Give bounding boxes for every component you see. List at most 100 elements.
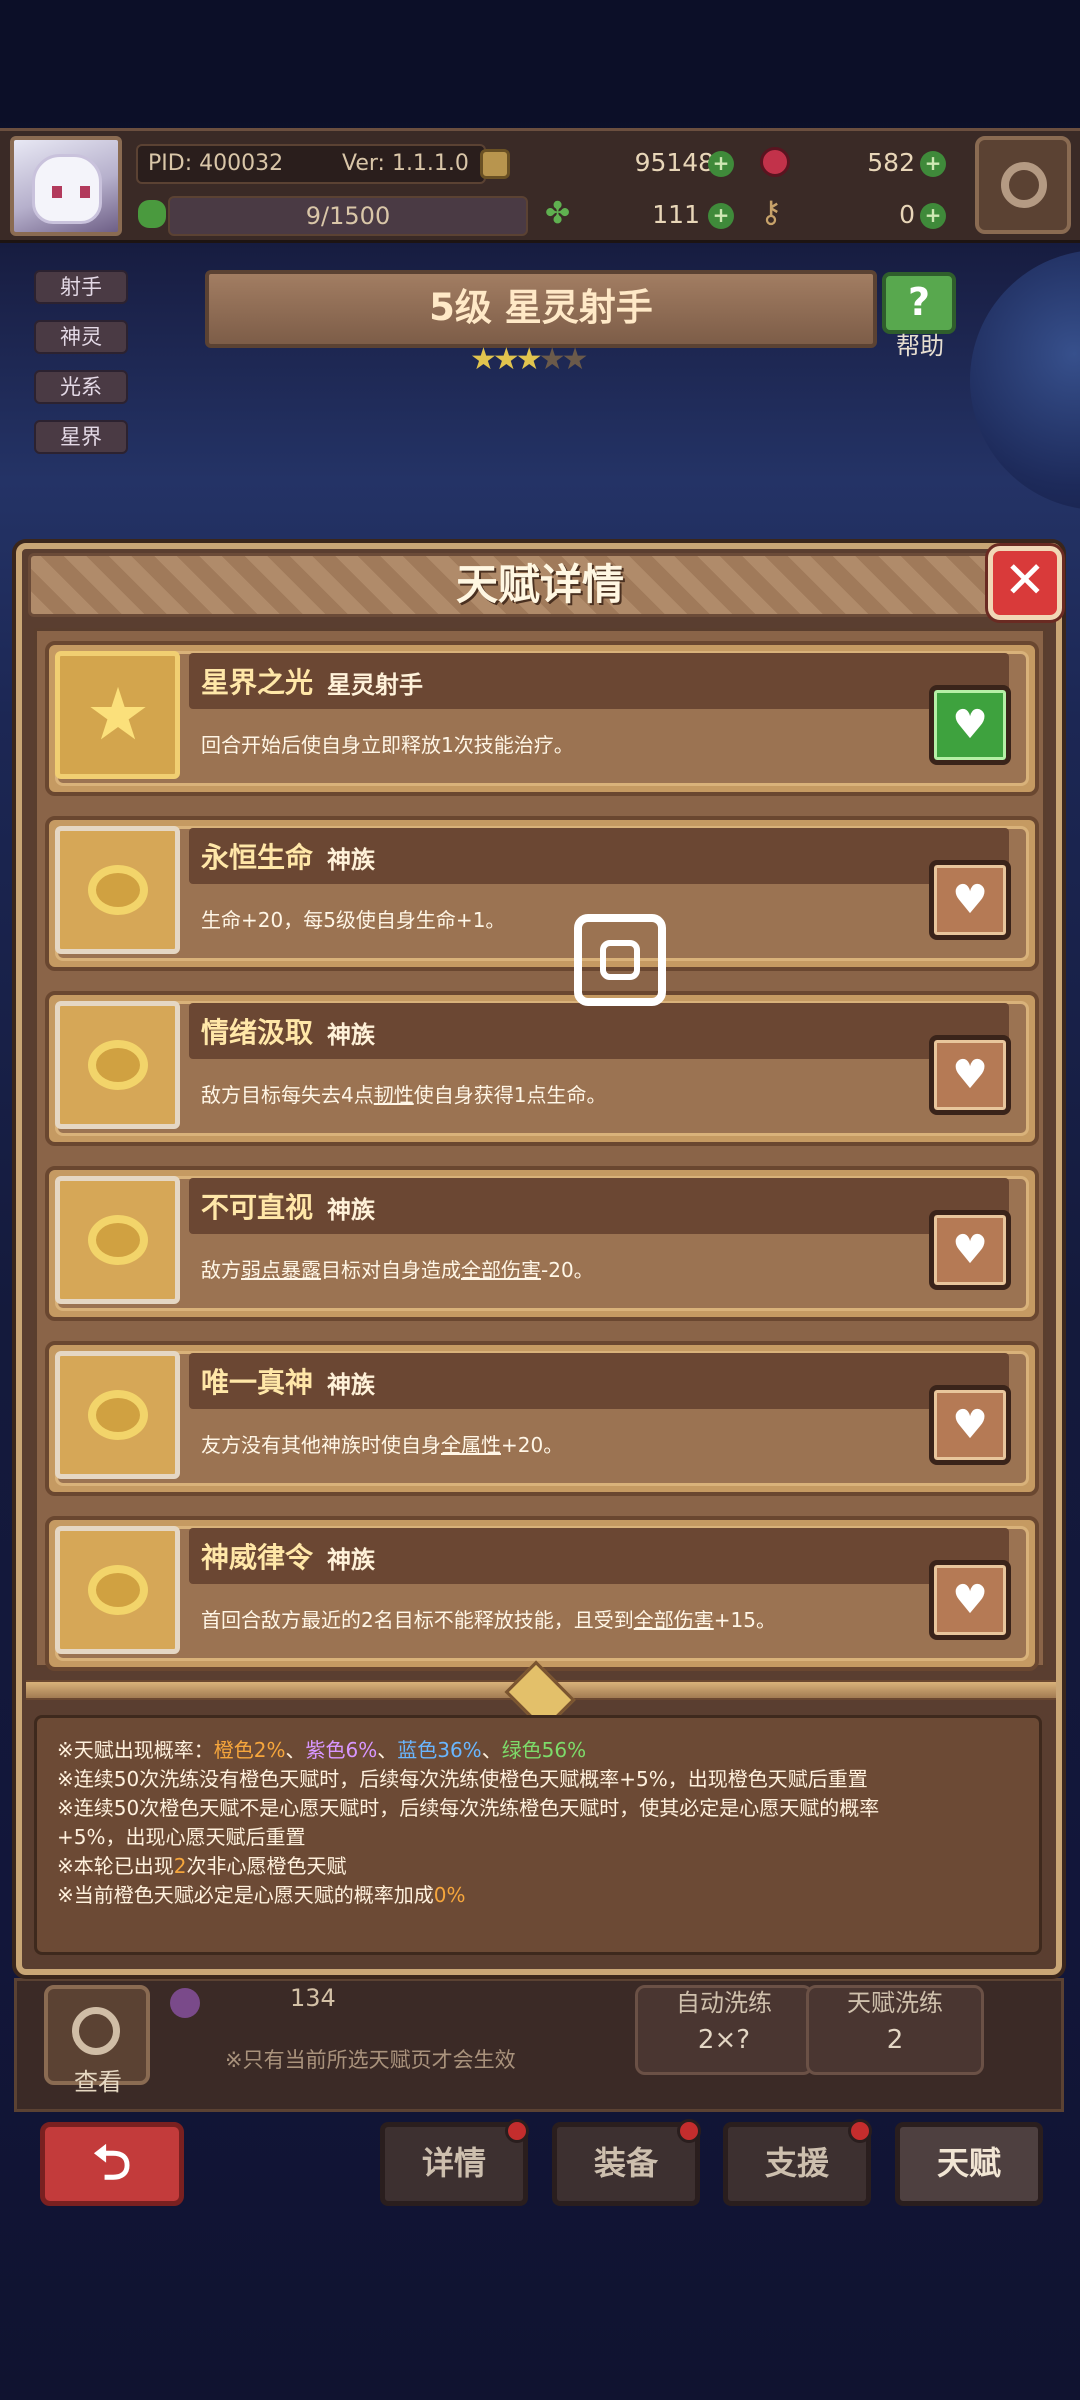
notification-dot: [848, 2119, 872, 2143]
blue-rate: 蓝色36%: [397, 1738, 482, 1762]
gem-amount: 582: [867, 148, 915, 177]
desc-text: 敌方目标每失去4点: [201, 1083, 374, 1107]
emblem-icon: [88, 1565, 148, 1615]
wish-heart-button[interactable]: ♥: [929, 860, 1011, 940]
tab-support[interactable]: 支援: [723, 2119, 872, 2206]
add-clover-button[interactable]: +: [708, 203, 734, 229]
talent-icon-frame[interactable]: ★: [55, 651, 180, 779]
talent-wash-button[interactable]: 天赋洗练 2: [806, 1985, 984, 2075]
talent-list[interactable]: ★ 星界之光 星灵射手 回合开始后使自身立即释放1次技能治疗。 ♥ 永恒生命 神族 生命+20…: [34, 628, 1046, 1671]
tab-talent-label: 天赋: [936, 2144, 1001, 2182]
rounds-prefix: ※本轮已出现: [57, 1854, 174, 1878]
tab-support-label: 支援: [764, 2144, 829, 2182]
emblem-icon: [88, 1040, 148, 1090]
probability-prefix: ※天赋出现概率：: [57, 1738, 214, 1762]
desc-text: +20。: [501, 1433, 564, 1457]
keyword-link[interactable]: 全部伤害: [461, 1258, 541, 1282]
back-button[interactable]: ⮌: [40, 2122, 184, 2206]
desc-text: 首回合敌方最近的2名目标不能释放技能，且受到: [201, 1608, 634, 1632]
auto-wash-label: 自动洗练: [676, 1989, 772, 2017]
info-line-2: ※连续50次洗练没有橙色天赋时，后续每次洗练使橙色天赋概率+5%，出现橙色天赋后…: [57, 1767, 868, 1791]
talent-description: 首回合敌方最近的2名目标不能释放技能，且受到全部伤害+15。: [201, 1604, 921, 1633]
talent-description: 回合开始后使自身立即释放1次技能治疗。: [201, 729, 921, 758]
add-key-button[interactable]: +: [920, 203, 946, 229]
talent-race: 神族: [327, 1196, 375, 1224]
tag-light: 光系: [34, 370, 128, 404]
wish-heart-button[interactable]: ♥: [929, 1210, 1011, 1290]
info-line-5: ※本轮已出现2次非心愿橙色天赋: [57, 1852, 1019, 1881]
planet-background: [970, 250, 1080, 510]
talent-name: 神威律令: [201, 1541, 314, 1574]
talent-info-panel: ※天赋出现概率：橙色2%、紫色6%、蓝色36%、绿色56% ※连续50次洗练没有…: [34, 1715, 1042, 1955]
heart-icon: ♥: [952, 877, 988, 923]
game-screen: PID: 400032 Ver: 1.1.1.0 951481 + 582 + …: [0, 0, 1080, 2400]
focus-target-icon: [574, 914, 666, 1006]
notification-dot: [505, 2119, 529, 2143]
info-line-6: ※当前橙色天赋必定是心愿天赋的概率加成0%: [57, 1881, 1019, 1910]
help-button[interactable]: ?: [882, 272, 956, 334]
key-icon: ⚷: [760, 195, 782, 230]
talent-name: 不可直视: [201, 1191, 314, 1224]
keyword-link[interactable]: 全部伤害: [634, 1608, 714, 1632]
separator: 、: [377, 1738, 398, 1762]
emblem-icon: [88, 1215, 148, 1265]
potion-count: 134: [290, 1984, 336, 2012]
clover-icon: ✤: [545, 196, 571, 231]
desc-text: 友方没有其他神族时使自身: [201, 1433, 441, 1457]
exp-leaf-icon: [138, 200, 166, 228]
talent-race: 神族: [327, 846, 375, 874]
wish-heart-button[interactable]: ♥: [929, 1385, 1011, 1465]
talent-description: 敌方弱点暴露目标对自身造成全部伤害-20。: [201, 1254, 921, 1283]
talent-row[interactable]: 永恒生命 神族 生命+20，每5级使自身生命+1。 ♥: [45, 816, 1039, 971]
talent-row[interactable]: ★ 星界之光 星灵射手 回合开始后使自身立即释放1次技能治疗。 ♥: [45, 641, 1039, 796]
talent-icon-frame[interactable]: [55, 1001, 180, 1129]
talent-name: 唯一真神: [201, 1366, 314, 1399]
talent-description: 敌方目标每失去4点韧性使自身获得1点生命。: [201, 1079, 921, 1108]
auto-wash-button[interactable]: 自动洗练 2×?: [635, 1985, 813, 2075]
desc-text: +15。: [713, 1608, 776, 1632]
tag-astral: 星界: [34, 420, 128, 454]
talent-row[interactable]: 不可直视 神族敌方弱点暴露目标对自身造成全部伤害-20。 ♥: [45, 1166, 1039, 1321]
desc-text: -20。: [541, 1258, 594, 1282]
talent-row[interactable]: 情绪汲取 神族 敌方目标每失去4点韧性使自身获得1点生命。 ♥: [45, 991, 1039, 1146]
modal-title: 天赋详情: [455, 560, 624, 609]
tab-equipment[interactable]: 装备: [552, 2119, 701, 2206]
heart-icon: ♥: [952, 1052, 988, 1098]
settings-gear-icon[interactable]: [975, 136, 1071, 234]
probability-line: ※天赋出现概率：橙色2%、紫色6%、蓝色36%、绿色56%: [57, 1736, 1019, 1765]
keyword-link[interactable]: 弱点暴露: [241, 1258, 321, 1282]
clover-amount: 111: [652, 200, 700, 229]
potion-icon: [170, 1988, 200, 2018]
talent-row[interactable]: 神威律令 神族 首回合敌方最近的2名目标不能释放技能，且受到全部伤害+15。 ♥: [45, 1516, 1039, 1671]
tag-archer: 射手: [34, 270, 128, 304]
talent-name: 永恒生命: [201, 841, 314, 874]
exp-bar: 9/1500: [168, 196, 528, 236]
talent-icon-frame[interactable]: [55, 1526, 180, 1654]
player-avatar[interactable]: [10, 136, 122, 236]
talent-icon-frame[interactable]: [55, 826, 180, 954]
talent-row[interactable]: 唯一真神 神族 友方没有其他神族时使自身全属性+20。 ♥: [45, 1341, 1039, 1496]
keyword-link[interactable]: 韧性: [374, 1083, 414, 1107]
tab-talent[interactable]: 天赋: [895, 2122, 1043, 2206]
green-rate: 绿色56%: [501, 1738, 587, 1762]
talent-icon-frame[interactable]: [55, 1176, 180, 1304]
add-gem-button[interactable]: +: [920, 151, 946, 177]
wish-heart-button[interactable]: ♥: [929, 685, 1011, 765]
desc-text: 目标对自身造成: [321, 1258, 461, 1282]
talent-wash-label: 天赋洗练: [847, 1989, 943, 2017]
purple-rate: 紫色6%: [305, 1738, 378, 1762]
wish-heart-button[interactable]: ♥: [929, 1035, 1011, 1115]
separator: 、: [481, 1738, 502, 1762]
bonus-value: 0%: [433, 1883, 466, 1907]
talent-name: 星界之光: [201, 666, 314, 699]
key-amount: 0: [899, 200, 915, 229]
heart-icon: ♥: [952, 1577, 988, 1623]
add-gold-button[interactable]: +: [708, 151, 734, 177]
close-button[interactable]: ✕: [988, 546, 1062, 620]
auto-wash-cost: 2×?: [697, 2025, 751, 2055]
tab-details[interactable]: 详情: [380, 2119, 529, 2206]
wish-heart-button[interactable]: ♥: [929, 1560, 1011, 1640]
talent-description: 友方没有其他神族时使自身全属性+20。: [201, 1429, 921, 1458]
talent-icon-frame[interactable]: [55, 1351, 180, 1479]
keyword-link[interactable]: 全属性: [441, 1433, 501, 1457]
